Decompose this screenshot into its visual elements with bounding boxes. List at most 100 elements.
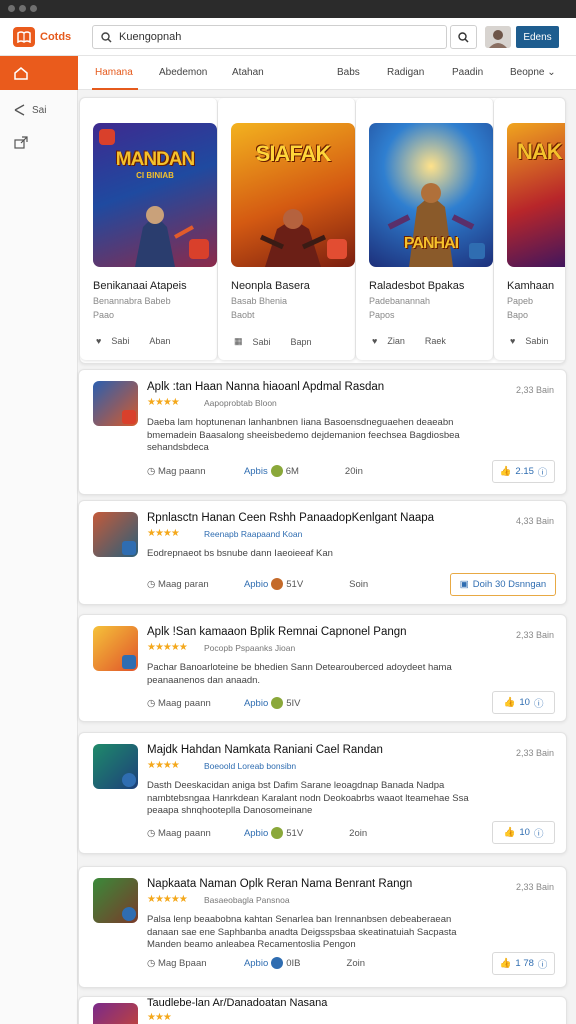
item-app[interactable]: Apbis xyxy=(244,466,268,477)
like-count: 10 xyxy=(519,827,530,838)
card-action[interactable]: Bapn xyxy=(291,337,312,347)
item-app[interactable]: Apbio xyxy=(244,579,268,590)
list-item[interactable]: Aplk :tan Haan Nanna hiaoanl Apdmal Rasd… xyxy=(78,369,567,495)
header-action-button[interactable]: Edens xyxy=(516,26,559,48)
search-input[interactable] xyxy=(119,31,439,43)
sidebar-item-home[interactable] xyxy=(0,56,78,90)
star-rating: ★★★★★ xyxy=(147,894,188,905)
tab-abedemon[interactable]: Abedemon xyxy=(159,67,207,78)
card-subtitle: Benannabra Babeb xyxy=(93,296,171,306)
heart-icon[interactable]: ♥ xyxy=(510,336,515,346)
search-bar[interactable] xyxy=(92,25,447,49)
grid-icon[interactable]: ▦ xyxy=(234,336,243,347)
chevron-down-icon: ⌄ xyxy=(547,67,556,78)
item-author: Maag paann xyxy=(157,827,211,839)
window-close-dot[interactable] xyxy=(8,5,15,12)
featured-card[interactable]: NAK Kamhaan Papeb Bapo ♥ Sabin xyxy=(494,98,565,360)
like-button[interactable]: 👍 1 78 ⓘ xyxy=(492,952,555,975)
featured-card[interactable]: MANDAN CI BINIAB Benikanaai Atapeis Bena… xyxy=(80,98,218,360)
item-app[interactable]: Apbio xyxy=(244,958,268,969)
card-action[interactable]: Aban xyxy=(149,336,170,346)
category-tabs: Hamana Abedemon Atahan Babs Radigan Paad… xyxy=(78,56,576,90)
star-rating: ★★★★★ xyxy=(147,642,188,653)
search-button[interactable] xyxy=(450,25,477,49)
thumbs-up-icon: 👍 xyxy=(499,958,512,969)
card-subtitle: Basab Bhenia xyxy=(231,296,288,306)
item-date: Soin xyxy=(349,578,369,590)
item-title[interactable]: Majdk Hahdan Namkata Raniani Cael Randan xyxy=(147,744,383,756)
window-max-dot[interactable] xyxy=(30,5,37,12)
item-size: 5IV xyxy=(286,697,301,709)
tab-hamana[interactable]: Hamana xyxy=(95,67,133,78)
clock-icon: ◷ xyxy=(147,827,156,839)
item-meta: Boeoold Loreab bonsibn xyxy=(204,761,296,771)
like-button[interactable]: 👍 2.15 ⓘ xyxy=(492,460,555,483)
card-title: Neonpla Basera xyxy=(231,280,310,292)
item-title-text: Taudlebe-lan Ar/Danadoatan Nasana xyxy=(147,997,328,1009)
list-item[interactable]: Taudlebe-lan Ar/Danadoatan Nasana ★★★ xyxy=(78,996,567,1024)
card-stat: Zian xyxy=(387,336,405,346)
info-icon: ⓘ xyxy=(533,698,544,710)
star-rating: ★★★★ xyxy=(147,397,180,408)
globe-icon xyxy=(271,957,284,969)
tab-beopne[interactable]: Beopne ⌄ xyxy=(510,67,556,78)
tab-babs[interactable]: Babs xyxy=(337,67,360,78)
featured-card[interactable]: PANHAI Raladesbot Bpakas Padebanannah Pa… xyxy=(356,98,494,360)
item-date: 2oin xyxy=(349,827,368,839)
item-meta: Pocopb Pspaanks Jioan xyxy=(204,643,296,653)
list-item[interactable]: Rpnlasctn Hanan Ceen Rshh PanaadopKenlga… xyxy=(78,500,567,605)
art-title: MANDAN xyxy=(115,149,195,170)
item-time: 2,33 Bain xyxy=(515,630,554,640)
star-rating: ★★★★ xyxy=(147,760,180,771)
item-title[interactable]: Aplk !San kamaaon Bplik Remnai Capnonel … xyxy=(147,626,407,638)
cta-button[interactable]: ▣ Doih 30 Dsnngan xyxy=(450,573,556,596)
card-title: Benikanaai Atapeis xyxy=(93,280,187,292)
like-button[interactable]: 👍 10 ⓘ xyxy=(492,691,555,714)
title-bar xyxy=(0,0,576,18)
book-icon xyxy=(13,27,35,47)
info-icon: ⓘ xyxy=(537,959,548,971)
sidebar-item-share[interactable]: Sai xyxy=(14,104,46,116)
featured-card[interactable]: SIAFAK Neonpla Basera Basab Bhenia Baobt… xyxy=(218,98,356,360)
item-author: Maag paran xyxy=(157,578,209,590)
sidebar-item-export[interactable] xyxy=(14,136,28,149)
tab-radigan[interactable]: Radigan xyxy=(387,67,424,78)
item-title[interactable]: Rpnlasctn Hanan Ceen Rshh PanaadopKenlga… xyxy=(147,512,434,524)
item-app[interactable]: Apbio xyxy=(244,828,268,839)
search-icon xyxy=(458,31,469,43)
heart-icon[interactable]: ♥ xyxy=(96,336,101,346)
avatar[interactable] xyxy=(485,26,511,48)
item-meta-link[interactable]: Boeoold Loreab bonsibn xyxy=(204,761,296,771)
game-artwork: SIAFAK xyxy=(231,123,355,267)
list-item[interactable]: Napkaata Naman Oplk Reran Nama Benrant R… xyxy=(78,866,567,988)
card-action[interactable]: Raek xyxy=(425,336,446,346)
item-footer: ◷ Maag paran Apbio 51V Soin xyxy=(147,578,368,590)
game-badge xyxy=(189,239,209,259)
card-stat: Sabi xyxy=(111,336,130,346)
item-app[interactable]: Apbio xyxy=(244,698,268,709)
app-thumbnail xyxy=(93,512,138,557)
app-thumbnail xyxy=(93,626,138,671)
item-title[interactable]: Aplk :tan Haan Nanna hiaoanl Apdmal Rasd… xyxy=(147,381,384,393)
thumbs-up-icon: 👍 xyxy=(503,697,516,708)
tab-paadin[interactable]: Paadin xyxy=(452,67,483,78)
tab-atahan[interactable]: Atahan xyxy=(232,67,264,78)
window-min-dot[interactable] xyxy=(19,5,26,12)
list-item[interactable]: Majdk Hahdan Namkata Raniani Cael Randan… xyxy=(78,732,567,854)
card-subtitle: Padebanannah xyxy=(369,296,431,306)
item-footer: ◷ Mag paann Apbis 6M 20in xyxy=(147,465,363,477)
clock-icon: ◷ xyxy=(147,957,156,969)
item-meta-link[interactable]: Reenapb Raapaand Koan xyxy=(204,529,302,539)
game-artwork: NAK xyxy=(507,123,565,267)
item-title[interactable]: Napkaata Naman Oplk Reran Nama Benrant R… xyxy=(147,878,412,890)
app-thumbnail xyxy=(93,1003,138,1024)
heart-icon[interactable]: ♥ xyxy=(372,336,377,346)
app-logo[interactable]: Cotds xyxy=(13,27,71,47)
game-badge xyxy=(99,129,115,145)
card-subtitle: Paao xyxy=(93,310,115,320)
card-footer: ▦ Sabi Bapn xyxy=(234,336,312,347)
item-title[interactable]: Taudlebe-lan Ar/Danadoatan Nasana xyxy=(147,997,327,1009)
item-author: Mag Bpaan xyxy=(157,957,207,969)
like-button[interactable]: 👍 10 ⓘ xyxy=(492,821,555,844)
list-item[interactable]: Aplk !San kamaaon Bplik Remnai Capnonel … xyxy=(78,614,567,722)
